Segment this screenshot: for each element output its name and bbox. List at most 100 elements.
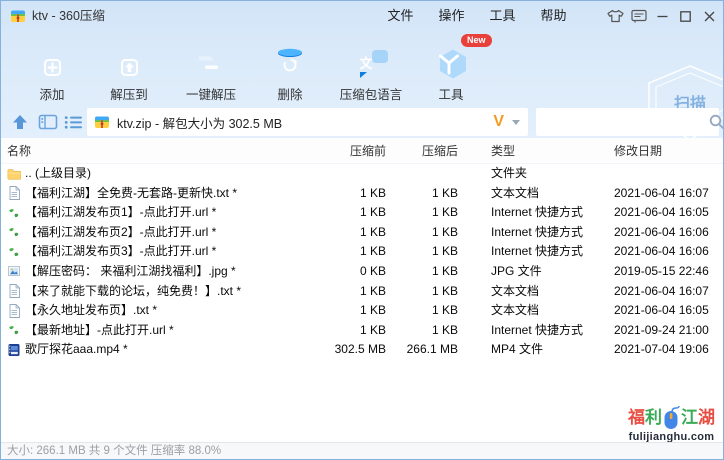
window-controls <box>604 1 722 31</box>
watermark-left-text: 福利 <box>628 408 662 428</box>
file-name: 【福利江湖发布页1】-点此打开.url * <box>25 205 217 220</box>
file-name: 【最新地址】-点此打开.url * <box>25 322 174 337</box>
file-name: 【福利江湖发布页2】-点此打开.url * <box>25 224 217 239</box>
file-row[interactable]: 【福利江湖发布页2】-点此打开.url * 1 KB 1 KB Internet… <box>1 223 723 243</box>
search-input[interactable] <box>536 110 709 134</box>
file-size-after: 1 KB <box>431 283 458 298</box>
column-header-row: 名称 压缩前 压缩后 类型 修改日期 <box>1 138 723 164</box>
folder-oneclick-icon <box>166 37 256 81</box>
status-text: 大小: 266.1 MB 共 9 个文件 压缩率 88.0% <box>7 445 222 457</box>
file-name: 【福利江湖发布页3】-点此打开.url * <box>25 244 217 259</box>
file-date: 2019-05-15 22:46 <box>614 263 709 278</box>
file-size-before: 0 KB <box>359 263 386 278</box>
one-click-extract-button[interactable]: 一键解压 <box>166 37 256 103</box>
file-row[interactable]: 【最新地址】-点此打开.url * 1 KB 1 KB Internet 快捷方… <box>1 321 723 341</box>
file-type-icon <box>7 343 21 357</box>
file-date: 2021-09-24 21:00 <box>614 322 709 337</box>
file-type-icon <box>7 206 21 220</box>
file-row[interactable]: 【来了就能下载的论坛，纯免费！】.txt * 1 KB 1 KB 文本文档 20… <box>1 282 723 302</box>
toolbar: 添加 解压到 一键解压 删除 文 压缩包语言 New 工具 扫描 <box>1 31 723 141</box>
window-title: ktv - 360压缩 <box>32 9 105 23</box>
one-click-extract-label: 一键解压 <box>185 88 236 102</box>
chevron-down-icon <box>512 119 520 125</box>
file-type: Internet 快捷方式 <box>491 224 584 239</box>
file-type-icon <box>7 323 21 337</box>
new-badge: New <box>461 34 492 47</box>
file-size-after: 266.1 MB <box>406 342 458 357</box>
watermark-char: 江 <box>681 408 698 427</box>
vip-dropdown[interactable]: V <box>493 113 528 131</box>
menu-tools[interactable]: 工具 <box>477 1 528 31</box>
file-date: 2021-06-04 16:06 <box>614 244 709 259</box>
file-type: Internet 快捷方式 <box>491 322 584 337</box>
maximize-button[interactable] <box>674 1 698 31</box>
minimize-button[interactable] <box>651 1 675 31</box>
file-type-icon <box>7 264 21 278</box>
file-date: 2021-07-04 19:06 <box>614 342 709 357</box>
feedback-icon[interactable] <box>627 1 651 31</box>
column-header-date[interactable]: 修改日期 <box>614 138 722 164</box>
file-type-icon <box>7 245 21 259</box>
archive-language-button[interactable]: 文 压缩包语言 <box>326 37 416 103</box>
file-date: 2021-06-04 16:07 <box>614 185 709 200</box>
file-type: MP4 文件 <box>491 342 544 357</box>
watermark-char: 福 <box>628 408 645 427</box>
file-size-before: 302.5 MB <box>334 342 386 357</box>
search-icon <box>709 114 723 130</box>
column-header-size-after[interactable]: 压缩后 <box>393 138 458 164</box>
file-size-after: 1 KB <box>431 263 458 278</box>
menu-help[interactable]: 帮助 <box>528 1 579 31</box>
tools-label: 工具 <box>438 88 464 102</box>
tools-button[interactable]: New 工具 <box>406 34 496 103</box>
watermark-char: 湖 <box>698 408 715 427</box>
file-row[interactable]: 【永久地址发布页】.txt * 1 KB 1 KB 文本文档 2021-06-0… <box>1 301 723 321</box>
file-name: 【福利江湖】全免费-无套路-更新快.txt * <box>25 185 237 200</box>
title-bar: ktv - 360压缩 文件 操作 工具 帮助 <box>1 1 723 31</box>
file-size-before: 1 KB <box>359 185 386 200</box>
column-header-type[interactable]: 类型 <box>491 138 611 164</box>
language-glyph: 文 <box>359 56 373 71</box>
file-size-before: 1 KB <box>359 224 386 239</box>
file-size-before: 1 KB <box>359 303 386 318</box>
menu-file[interactable]: 文件 <box>375 1 426 31</box>
zip-file-icon <box>94 114 110 130</box>
archive-language-label: 压缩包语言 <box>339 88 403 102</box>
delete-button[interactable]: 删除 <box>245 37 335 103</box>
file-row[interactable]: 【福利江湖发布页1】-点此打开.url * 1 KB 1 KB Internet… <box>1 203 723 223</box>
file-size-before: 1 KB <box>359 322 386 337</box>
file-name: 【解压密码： 来福利江湖找福利】.jpg * <box>25 263 236 278</box>
file-type: 文件夹 <box>491 166 528 180</box>
close-button[interactable] <box>698 1 722 31</box>
file-name: 【永久地址发布页】.txt * <box>25 303 158 318</box>
file-row[interactable]: 【福利江湖发布页3】-点此打开.url * 1 KB 1 KB Internet… <box>1 242 723 262</box>
menu-operation[interactable]: 操作 <box>426 1 477 31</box>
column-header-name[interactable]: 名称 <box>7 138 31 164</box>
up-arrow-icon[interactable] <box>11 113 29 131</box>
file-type-icon <box>7 284 21 298</box>
file-type-icon <box>7 225 21 239</box>
file-row[interactable]: 【解压密码： 来福利江湖找福利】.jpg * 0 KB 1 KB JPG 文件 … <box>1 262 723 282</box>
view-list-icon[interactable] <box>64 115 83 130</box>
file-name: .. (上级目录) <box>25 166 91 180</box>
file-size-after: 1 KB <box>431 303 458 318</box>
file-row[interactable]: 歌厅探花aaa.mp4 * 302.5 MB 266.1 MB MP4 文件 2… <box>1 340 723 360</box>
menu-bar: 文件 操作 工具 帮助 <box>375 1 579 31</box>
file-size-before: 1 KB <box>359 283 386 298</box>
file-row[interactable]: 【福利江湖】全免费-无套路-更新快.txt * 1 KB 1 KB 文本文档 2… <box>1 184 723 204</box>
file-row[interactable]: .. (上级目录) 文件夹 <box>1 164 723 184</box>
extract-to-button[interactable]: 解压到 <box>84 37 174 103</box>
skin-shirt-icon[interactable] <box>604 1 628 31</box>
mouse-icon <box>664 406 680 429</box>
address-field[interactable]: ktv.zip - 解包大小为 302.5 MB V <box>87 108 528 136</box>
view-panel-icon[interactable] <box>38 114 58 130</box>
extract-to-label: 解压到 <box>110 88 148 102</box>
column-header-size-before[interactable]: 压缩前 <box>301 138 386 164</box>
status-bar: 大小: 266.1 MB 共 9 个文件 压缩率 88.0% <box>1 442 723 459</box>
language-bubble-icon: 文 <box>326 37 416 81</box>
file-type: Internet 快捷方式 <box>491 205 584 220</box>
file-size-after: 1 KB <box>431 205 458 220</box>
file-size-after: 1 KB <box>431 322 458 337</box>
file-type-icon <box>7 167 21 181</box>
delete-label: 删除 <box>277 88 303 102</box>
file-type: Internet 快捷方式 <box>491 244 584 259</box>
